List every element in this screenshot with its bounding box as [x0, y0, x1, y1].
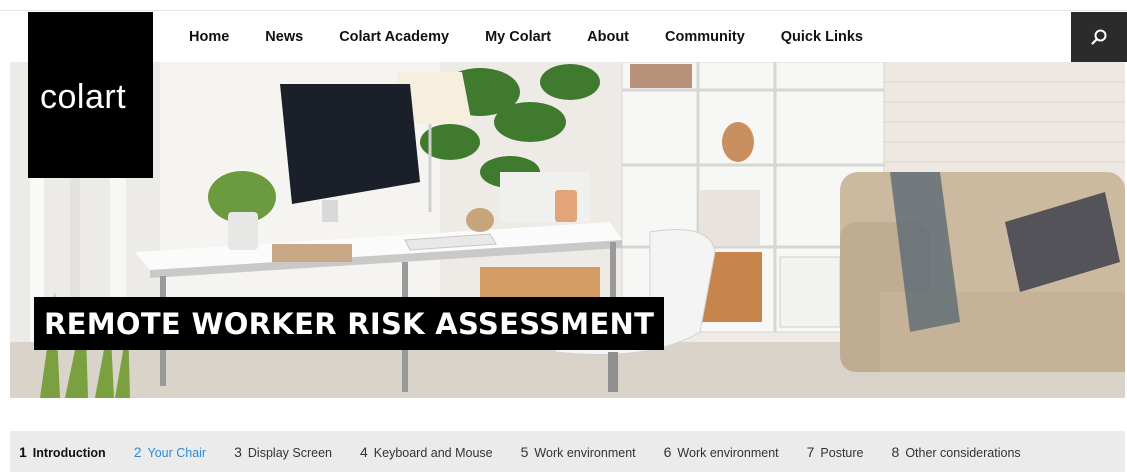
step-number: 1 — [19, 443, 27, 460]
step-label: Posture — [820, 445, 864, 460]
step-keyboard-and-mouse[interactable]: 4 Keyboard and Mouse — [360, 444, 493, 460]
hero-title: REMOTE WORKER RISK ASSESSMENT — [44, 306, 655, 341]
step-label: Work environment — [677, 445, 779, 460]
step-number: 2 — [133, 443, 142, 460]
step-other-considerations[interactable]: 8 Other considerations — [892, 444, 1021, 460]
step-number: 3 — [234, 443, 242, 460]
step-number: 4 — [359, 443, 368, 460]
step-label: Keyboard and Mouse — [373, 445, 493, 460]
hero-title-badge: REMOTE WORKER RISK ASSESSMENT — [34, 297, 665, 350]
nav-my-colart[interactable]: My Colart — [485, 29, 551, 45]
hero-banner: REMOTE WORKER RISK ASSESSMENT — [10, 62, 1125, 398]
step-label: Other considerations — [905, 445, 1021, 460]
step-work-environment-2[interactable]: 6 Work environment — [664, 444, 779, 460]
nav-news[interactable]: News — [265, 29, 303, 45]
step-label: Display Screen — [247, 445, 332, 460]
nav-quick-links[interactable]: Quick Links — [781, 29, 863, 45]
step-number: 5 — [520, 443, 529, 460]
nav-home[interactable]: Home — [189, 29, 229, 45]
step-work-environment-1[interactable]: 5 Work environment — [521, 444, 636, 460]
step-your-chair[interactable]: 2 Your Chair — [134, 444, 206, 460]
steps-bar: 1 Introduction 2 Your Chair 3 Display Sc… — [10, 431, 1125, 472]
search-button[interactable] — [1071, 12, 1127, 62]
step-display-screen[interactable]: 3 Display Screen — [234, 444, 332, 460]
step-number: 7 — [806, 443, 815, 460]
step-label: Introduction — [32, 445, 106, 460]
brand-logo[interactable]: colart — [28, 12, 153, 178]
logo-text: colart — [40, 78, 127, 116]
nav-community[interactable]: Community — [665, 29, 745, 45]
step-label: Your Chair — [147, 445, 207, 460]
step-introduction[interactable]: 1 Introduction — [19, 444, 106, 460]
main-nav: Home News Colart Academy My Colart About… — [170, 12, 899, 62]
header-divider — [0, 10, 1127, 11]
nav-colart-academy[interactable]: Colart Academy — [339, 29, 449, 45]
step-number: 6 — [663, 443, 672, 460]
step-label: Work environment — [534, 445, 636, 460]
step-posture[interactable]: 7 Posture — [807, 444, 864, 460]
step-number: 8 — [891, 443, 900, 460]
nav-about[interactable]: About — [587, 29, 629, 45]
search-icon — [1091, 29, 1107, 45]
